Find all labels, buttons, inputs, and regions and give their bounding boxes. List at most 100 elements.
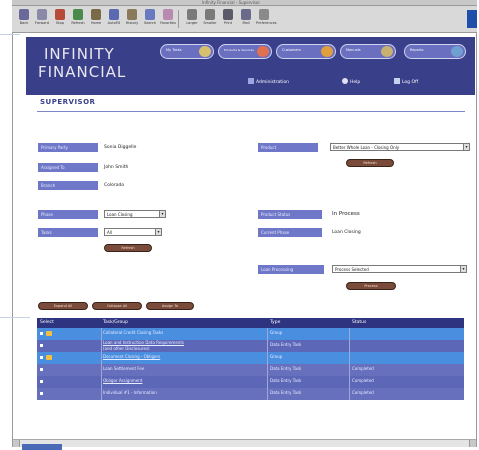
- tab-products-services[interactable]: Products & Services: [218, 44, 272, 59]
- branch-value: Colorado: [104, 183, 125, 188]
- tab-my-tasks[interactable]: My Tasks: [160, 44, 214, 59]
- task-name: Individual #1 - Information: [103, 390, 157, 395]
- expand-all-button[interactable]: Expand All: [38, 302, 88, 310]
- collapse-all-button[interactable]: Collapse All: [92, 302, 142, 310]
- log-off-link[interactable]: Log Off: [394, 78, 418, 85]
- primary-party-label: Primary Party: [38, 143, 98, 152]
- refresh-icon: [73, 9, 83, 20]
- horizontal-scrollbar[interactable]: [13, 439, 476, 447]
- toolbar-button-label: Preferences: [256, 21, 277, 25]
- column-divider: [101, 388, 102, 400]
- task-link[interactable]: Document Closing - Obligors: [103, 354, 160, 359]
- administration-icon: [248, 78, 254, 84]
- scroll-left-icon[interactable]: [13, 440, 20, 447]
- table-row[interactable]: Obligor Assignment Data Entry Task Complet…: [37, 376, 464, 388]
- column-header-select: Select: [40, 320, 54, 325]
- toolbar-button-mail[interactable]: Mail: [238, 9, 254, 31]
- toolbar-button-label: Home: [90, 21, 102, 25]
- toolbar-button-preferences[interactable]: Preferences: [256, 9, 277, 31]
- column-header-task-group: Task/Group: [103, 320, 128, 325]
- task-link[interactable]: Obligor Assignment: [103, 378, 142, 383]
- larger-text-icon: [187, 9, 197, 20]
- favorites-icon: [163, 9, 173, 20]
- tab-manuals[interactable]: Manuals: [340, 44, 396, 59]
- column-divider: [101, 364, 102, 376]
- toolbar-button-print[interactable]: Print: [220, 9, 236, 31]
- select-checkbox[interactable]: [40, 380, 43, 383]
- table-row[interactable]: Individual #1 - Information Data Entry Ta…: [37, 388, 464, 400]
- customers-icon: [321, 46, 333, 57]
- table-row[interactable]: Collateral Credit Closing Tasks Group: [37, 328, 464, 340]
- toolbar-button-label: Refresh: [71, 21, 85, 25]
- toolbar-button-stop[interactable]: Stop: [52, 9, 68, 31]
- toolbar-button-favorites[interactable]: Favorites: [160, 9, 176, 31]
- table-row[interactable]: Loan Settlement Fee Data Entry Task Comple…: [37, 364, 464, 376]
- tab-customers[interactable]: Customers: [276, 44, 336, 59]
- select-checkbox[interactable]: [40, 392, 43, 395]
- task-type: Group: [270, 354, 283, 359]
- toolbar-button-label: Forward: [34, 21, 50, 25]
- tasks-select[interactable]: All ▾: [104, 228, 162, 236]
- select-checkbox[interactable]: [40, 368, 43, 371]
- product-refresh-button[interactable]: Refresh: [346, 159, 394, 167]
- column-divider: [349, 364, 350, 376]
- column-divider: [267, 364, 268, 376]
- log-off-label: Log Off: [402, 80, 419, 85]
- toolbar-button-larger[interactable]: Larger: [184, 9, 200, 31]
- toolbar-button-back[interactable]: Back: [16, 9, 32, 31]
- toolbar-button-label: Favorites: [160, 21, 176, 25]
- toolbar-button-refresh[interactable]: Refresh: [70, 9, 86, 31]
- select-checkbox[interactable]: [40, 344, 43, 347]
- back-arrow-icon: [19, 9, 29, 20]
- tab-label: Reports: [410, 48, 424, 52]
- chevron-down-icon: ▾: [155, 229, 161, 235]
- task-type: Data Entry Task: [270, 342, 302, 347]
- table-row[interactable]: Loan and Instruction Data Requirements (a…: [37, 340, 464, 352]
- administration-link[interactable]: Administration: [248, 78, 289, 85]
- toolbar-button-history[interactable]: History: [124, 9, 140, 31]
- select-checkbox[interactable]: [40, 356, 43, 359]
- toolbar-button-home[interactable]: Home: [88, 9, 104, 31]
- phase-select[interactable]: Loan Closing ▾: [104, 210, 166, 218]
- tasks-refresh-button[interactable]: Refresh: [104, 244, 152, 252]
- current-phase-value: Loan Closing: [332, 230, 361, 235]
- divider: [0, 317, 30, 318]
- column-divider: [349, 340, 350, 352]
- process-button[interactable]: Process: [346, 282, 396, 290]
- toolbar-button-label: Back: [19, 21, 29, 25]
- loan-processing-select-value: Process Selected: [335, 267, 369, 272]
- reports-icon: [451, 46, 463, 57]
- toolbar-button-search[interactable]: Search: [142, 9, 158, 31]
- logo-line-2: FINANCIAL: [38, 63, 127, 81]
- column-divider: [267, 376, 268, 388]
- column-divider: [101, 352, 102, 364]
- stop-icon: [55, 9, 65, 20]
- assign-to-button[interactable]: Assign To: [146, 302, 194, 310]
- select-checkbox[interactable]: [40, 332, 43, 335]
- header-banner: INFINITY FINANCIAL My Tasks Products & S…: [26, 37, 475, 95]
- column-divider: [267, 328, 268, 340]
- search-icon: [145, 9, 155, 20]
- scroll-right-icon[interactable]: [469, 440, 476, 447]
- task-subtitle: (and other Disclosures): [103, 346, 150, 351]
- log-off-icon: [394, 78, 400, 84]
- tasks-label: Tasks: [38, 228, 98, 237]
- task-type: Group: [270, 330, 283, 335]
- help-label: Help: [350, 80, 361, 85]
- toolbar-button-autofill[interactable]: AutoFill: [106, 9, 122, 31]
- tab-reports[interactable]: Reports: [404, 44, 466, 59]
- tab-label: Products & Services: [224, 48, 254, 52]
- toolbar-button-forward[interactable]: Forward: [34, 9, 50, 31]
- task-name: Collateral Credit Closing Tasks: [103, 330, 164, 335]
- help-link[interactable]: Help: [342, 78, 360, 85]
- toolbar-button-label: Print: [223, 21, 233, 25]
- loan-processing-label: Loan Processing: [258, 265, 324, 274]
- toolbar-button-smaller[interactable]: Smaller: [202, 9, 218, 31]
- product-select[interactable]: Better Whole Loan - Closing Only ▾: [330, 143, 470, 151]
- loan-processing-select[interactable]: Process Selected ▾: [332, 265, 467, 273]
- page-title: SUPERVISOR: [40, 98, 96, 106]
- tab-label: My Tasks: [166, 48, 182, 52]
- table-row[interactable]: Document Closing - Obligors Group: [37, 352, 464, 364]
- assigned-to-value: John Smith: [104, 165, 129, 170]
- task-link[interactable]: Loan and Instruction Data Requirements: [103, 340, 184, 345]
